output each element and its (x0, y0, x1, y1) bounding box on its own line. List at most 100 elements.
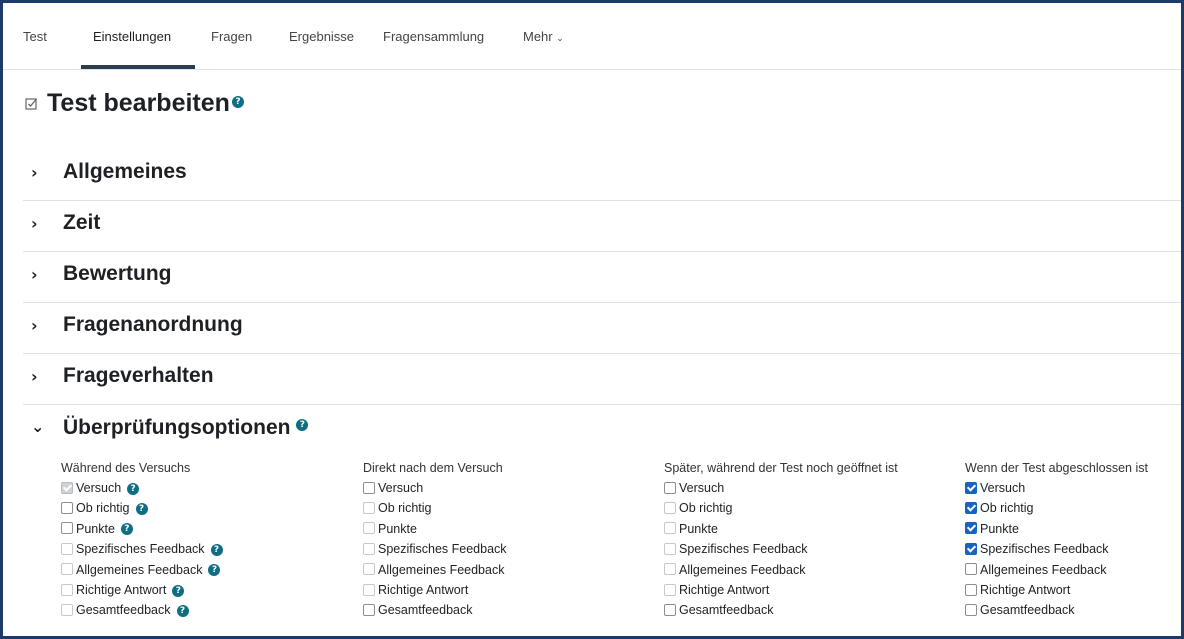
review-option-label: Ob richtig (980, 501, 1034, 516)
chevron-right-icon: › (31, 265, 38, 284)
checkbox[interactable] (965, 502, 977, 515)
checkbox[interactable] (363, 563, 375, 576)
chevron-right-icon: › (31, 316, 38, 335)
checkbox[interactable] (664, 583, 676, 596)
help-icon[interactable]: ? (120, 523, 133, 536)
review-option[interactable]: Versuch? (61, 481, 361, 501)
review-option[interactable]: Ob richtig (965, 501, 1181, 521)
review-option[interactable]: Ob richtig? (61, 501, 361, 521)
checkbox[interactable] (664, 604, 676, 617)
help-icon[interactable]: ? (135, 503, 148, 516)
review-option-label: Ob richtig (378, 501, 432, 516)
review-option[interactable]: Gesamtfeedback (664, 603, 964, 623)
review-option[interactable]: Punkte (664, 522, 964, 542)
review-option-label: Gesamtfeedback (980, 603, 1075, 618)
checkbox[interactable] (61, 542, 73, 555)
review-option[interactable]: Versuch (965, 481, 1181, 501)
review-option-label: Gesamtfeedback (679, 603, 774, 618)
section-frageverhalten[interactable]: › Frageverhalten (23, 353, 1181, 405)
review-option[interactable]: Spezifisches Feedback (363, 542, 663, 562)
checkbox[interactable] (363, 502, 375, 515)
section-zeit[interactable]: › Zeit (23, 200, 1181, 252)
help-icon[interactable]: ? (210, 543, 223, 556)
checkbox[interactable] (363, 604, 375, 617)
checkbox[interactable] (61, 481, 73, 494)
review-column: Wenn der Test abgeschlossen ist Versuch Ob… (965, 461, 1181, 624)
page-title-text: Test bearbeiten (47, 89, 230, 117)
review-option[interactable]: Allgemeines Feedback (664, 563, 964, 583)
help-icon[interactable]: ? (208, 564, 221, 577)
checkbox[interactable] (363, 481, 375, 494)
checkbox[interactable] (965, 481, 977, 494)
section-label: Allgemeines (63, 160, 187, 183)
tab-einstellungen[interactable]: Einstellungen (93, 29, 171, 44)
review-option-label: Richtige Antwort (679, 582, 770, 597)
checkbox[interactable] (965, 583, 977, 596)
review-option[interactable]: Richtige Antwort (965, 583, 1181, 603)
checkbox[interactable] (61, 522, 73, 535)
review-option[interactable]: Allgemeines Feedback? (61, 563, 361, 583)
review-option[interactable]: Spezifisches Feedback? (61, 542, 361, 562)
checkbox[interactable] (965, 542, 977, 555)
tab-fragensammlung[interactable]: Fragensammlung (383, 29, 484, 44)
checkbox[interactable] (61, 502, 73, 515)
review-option[interactable]: Versuch (363, 481, 663, 501)
review-option-label: Punkte (378, 521, 417, 536)
review-option[interactable]: Richtige Antwort (664, 583, 964, 603)
help-icon[interactable]: ? (176, 605, 189, 618)
checkbox[interactable] (965, 563, 977, 576)
review-option[interactable]: Punkte (363, 522, 663, 542)
review-option[interactable]: Gesamtfeedback (363, 603, 663, 623)
checkbox[interactable] (61, 563, 73, 576)
help-icon[interactable]: ? (231, 96, 244, 109)
section-allgemeines[interactable]: › Allgemeines (23, 149, 1181, 201)
review-option-label: Gesamtfeedback (378, 603, 473, 618)
help-icon[interactable]: ? (127, 482, 140, 495)
checkbox[interactable] (965, 604, 977, 617)
review-option-label: Ob richtig (679, 501, 733, 516)
review-option-label: Allgemeines Feedback (378, 562, 505, 577)
review-option[interactable]: Ob richtig (363, 501, 663, 521)
checkbox[interactable] (61, 604, 73, 617)
review-option[interactable]: Allgemeines Feedback (965, 563, 1181, 583)
section-fragenanordnung[interactable]: › Fragenanordnung (23, 302, 1181, 354)
review-option-label: Allgemeines Feedback (679, 562, 806, 577)
review-option[interactable]: Richtige Antwort? (61, 583, 361, 603)
review-option[interactable]: Spezifisches Feedback (664, 542, 964, 562)
review-option[interactable]: Richtige Antwort (363, 583, 663, 603)
page-frame: Test Einstellungen Fragen Ergebnisse Fra… (0, 0, 1184, 639)
review-option[interactable]: Gesamtfeedback? (61, 603, 361, 623)
secondary-navigation: Test Einstellungen Fragen Ergebnisse Fra… (3, 3, 1181, 70)
review-column-heading: Später, während der Test noch geöffnet i… (664, 461, 898, 475)
checkbox[interactable] (363, 542, 375, 555)
checkbox[interactable] (664, 481, 676, 494)
review-option-label: Versuch (679, 481, 725, 495)
section-ueberpruefungsoptionen[interactable]: ⌄ Überprüfungsoptionen ? (23, 405, 1181, 456)
tab-fragen[interactable]: Fragen (211, 29, 252, 44)
checkbox[interactable] (363, 522, 375, 535)
tab-test[interactable]: Test (23, 29, 47, 44)
section-bewertung[interactable]: › Bewertung (23, 251, 1181, 303)
help-icon[interactable]: ? (296, 419, 309, 432)
review-option[interactable]: Punkte? (61, 522, 361, 542)
help-icon[interactable]: ? (172, 584, 185, 597)
review-option[interactable]: Ob richtig (664, 501, 964, 521)
checkbox[interactable] (965, 522, 977, 535)
checkbox[interactable] (664, 502, 676, 515)
review-option[interactable]: Versuch (664, 481, 964, 501)
chevron-right-icon: › (31, 163, 38, 182)
review-option[interactable]: Punkte (965, 522, 1181, 542)
tab-mehr-label: Mehr (523, 29, 553, 44)
tab-mehr[interactable]: Mehr ⌄ (523, 29, 564, 44)
checkbox[interactable] (664, 522, 676, 535)
checkbox[interactable] (363, 583, 375, 596)
checkbox[interactable] (61, 583, 73, 596)
tab-ergebnisse[interactable]: Ergebnisse (289, 29, 354, 44)
review-option[interactable]: Gesamtfeedback (965, 603, 1181, 623)
review-column-heading: Wenn der Test abgeschlossen ist (965, 461, 1148, 475)
review-option[interactable]: Allgemeines Feedback (363, 563, 663, 583)
review-option[interactable]: Spezifisches Feedback (965, 542, 1181, 562)
checkbox[interactable] (664, 542, 676, 555)
section-label: Überprüfungsoptionen ? (63, 416, 309, 440)
checkbox[interactable] (664, 563, 676, 576)
